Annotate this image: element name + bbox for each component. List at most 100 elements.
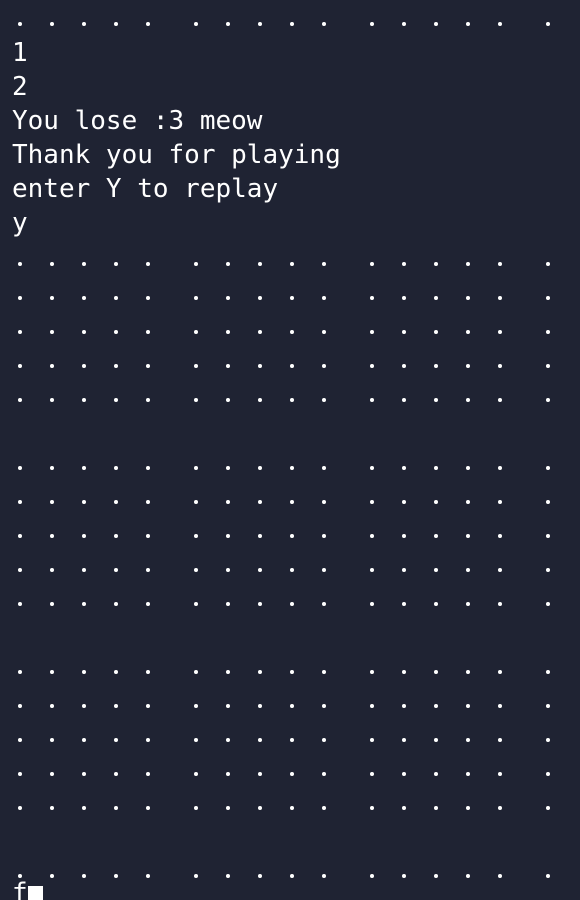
grid-dot bbox=[82, 568, 86, 572]
grid-dot bbox=[466, 466, 470, 470]
grid-dot bbox=[402, 364, 406, 368]
grid-dot bbox=[498, 806, 502, 810]
grid-dot bbox=[466, 330, 470, 334]
grid-dot bbox=[498, 772, 502, 776]
grid-dot bbox=[322, 364, 326, 368]
grid-dot bbox=[434, 874, 438, 878]
grid-dot bbox=[82, 738, 86, 742]
grid-dot bbox=[50, 602, 54, 606]
grid-dot bbox=[370, 738, 374, 742]
grid-dot bbox=[290, 602, 294, 606]
grid-dot bbox=[434, 602, 438, 606]
grid-dot bbox=[370, 398, 374, 402]
grid-dot bbox=[258, 602, 262, 606]
grid-dot bbox=[146, 364, 150, 368]
grid-dot bbox=[258, 772, 262, 776]
grid-dot bbox=[370, 568, 374, 572]
grid-dot bbox=[226, 602, 230, 606]
grid-dot bbox=[194, 670, 198, 674]
grid-dot bbox=[226, 806, 230, 810]
grid-dot bbox=[466, 568, 470, 572]
grid-dot bbox=[498, 534, 502, 538]
grid-dot bbox=[50, 500, 54, 504]
grid-dot bbox=[402, 568, 406, 572]
grid-dot bbox=[466, 704, 470, 708]
grid-dot bbox=[546, 330, 550, 334]
grid-dot bbox=[434, 22, 438, 26]
grid-dot bbox=[402, 874, 406, 878]
grid-dot bbox=[546, 398, 550, 402]
grid-dot bbox=[194, 738, 198, 742]
grid-dot bbox=[50, 704, 54, 708]
grid-dot bbox=[322, 670, 326, 674]
grid-dot bbox=[146, 22, 150, 26]
grid-dot bbox=[498, 670, 502, 674]
grid-dot bbox=[498, 602, 502, 606]
grid-dot bbox=[226, 874, 230, 878]
grid-dot bbox=[226, 262, 230, 266]
grid-dot bbox=[546, 262, 550, 266]
grid-dot bbox=[146, 670, 150, 674]
grid-dot bbox=[114, 874, 118, 878]
grid-dot bbox=[402, 330, 406, 334]
input-line[interactable]: f bbox=[12, 878, 43, 900]
grid-dot bbox=[466, 806, 470, 810]
grid-dot bbox=[258, 22, 262, 26]
grid-dot bbox=[258, 874, 262, 878]
grid-dot bbox=[258, 330, 262, 334]
grid-dot bbox=[82, 874, 86, 878]
grid-dot bbox=[546, 772, 550, 776]
grid-dot bbox=[146, 534, 150, 538]
grid-dot bbox=[498, 22, 502, 26]
grid-dot bbox=[546, 568, 550, 572]
grid-dot bbox=[434, 364, 438, 368]
grid-dot bbox=[370, 262, 374, 266]
grid-dot bbox=[146, 738, 150, 742]
grid-dot bbox=[290, 874, 294, 878]
grid-dot bbox=[402, 262, 406, 266]
grid-dot bbox=[402, 534, 406, 538]
grid-dot bbox=[322, 874, 326, 878]
cursor-block-icon bbox=[27, 886, 43, 900]
grid-dot bbox=[290, 772, 294, 776]
grid-dot bbox=[322, 500, 326, 504]
grid-dot bbox=[82, 296, 86, 300]
grid-dot bbox=[226, 398, 230, 402]
grid-dot bbox=[18, 772, 22, 776]
grid-dot bbox=[402, 670, 406, 674]
grid-dot bbox=[18, 364, 22, 368]
grid-dot bbox=[402, 22, 406, 26]
grid-dot bbox=[370, 670, 374, 674]
grid-dot bbox=[546, 534, 550, 538]
grid-dot bbox=[226, 704, 230, 708]
grid-dot bbox=[290, 262, 294, 266]
user-input-echo: y bbox=[12, 208, 28, 238]
grid-dot bbox=[370, 704, 374, 708]
grid-dot bbox=[18, 568, 22, 572]
grid-dot bbox=[50, 534, 54, 538]
grid-dot bbox=[114, 500, 118, 504]
grid-dot bbox=[194, 806, 198, 810]
grid-dot bbox=[114, 466, 118, 470]
grid-dot bbox=[258, 262, 262, 266]
grid-dot bbox=[402, 398, 406, 402]
grid-dot bbox=[466, 772, 470, 776]
grid-dot bbox=[146, 500, 150, 504]
grid-dot bbox=[434, 772, 438, 776]
grid-dot bbox=[146, 602, 150, 606]
grid-dot bbox=[194, 22, 198, 26]
grid-dot bbox=[322, 398, 326, 402]
terminal-window[interactable]: 1 2 You lose :3 meow Thank you for playi… bbox=[0, 0, 580, 900]
grid-dot bbox=[498, 262, 502, 266]
grid-dot bbox=[50, 738, 54, 742]
grid-dot bbox=[50, 296, 54, 300]
grid-dot bbox=[466, 364, 470, 368]
grid-dot bbox=[370, 364, 374, 368]
grid-dot bbox=[50, 22, 54, 26]
grid-dot bbox=[114, 602, 118, 606]
grid-dot bbox=[402, 296, 406, 300]
grid-dot bbox=[546, 602, 550, 606]
grid-dot bbox=[546, 296, 550, 300]
grid-dot bbox=[226, 330, 230, 334]
grid-dot bbox=[322, 602, 326, 606]
